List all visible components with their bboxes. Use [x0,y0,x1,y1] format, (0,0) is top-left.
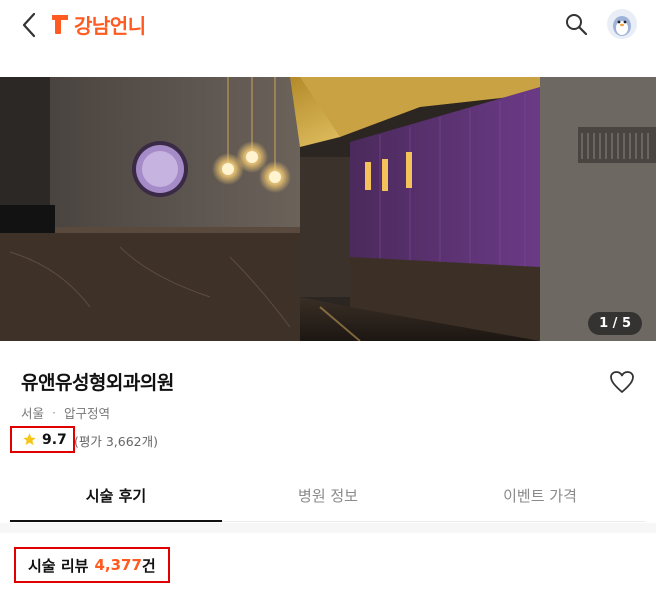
rating-score: 9.7 [42,431,67,448]
chevron-left-icon [22,12,36,38]
app-logo[interactable]: 강남언니 [50,9,146,39]
logo-text: 강남언니 [74,13,146,38]
clinic-photo[interactable]: 1 / 5 [0,77,656,341]
penguin-avatar-icon [607,9,637,39]
clinic-name: 유앤유성형외과의원 [21,372,174,394]
tab-clinic-info[interactable]: 병원 정보 [222,470,434,521]
favorite-button[interactable] [606,367,638,397]
section-divider [0,523,656,533]
clinic-interior-image [0,77,656,341]
user-avatar[interactable] [607,9,637,39]
photo-page-indicator: 1 / 5 [588,312,642,335]
review-unit: 건 [141,556,156,575]
location-city: 서울 [21,406,45,421]
tab-event-price[interactable]: 이벤트 가격 [434,470,646,521]
rating-highlight: 9.7 [10,426,75,453]
search-button[interactable] [561,9,591,39]
clinic-location: 서울 · 압구정역 [21,403,110,422]
tab-bar: 시술 후기 병원 정보 이벤트 가격 [10,470,646,522]
star-icon [23,433,36,446]
heart-icon [610,371,634,393]
review-count-highlight: 시술 리뷰 4,377 건 [14,547,170,583]
search-icon [566,14,588,36]
tab-reviews[interactable]: 시술 후기 [10,470,222,522]
review-count: 4,377 [94,556,142,574]
back-button[interactable] [14,8,44,42]
review-label: 시술 리뷰 [28,556,89,575]
rating-count: (평가 3,662개) [74,434,159,449]
logo-mark-icon [52,15,68,34]
location-separator: · [52,405,56,420]
location-district: 압구정역 [64,406,111,421]
app-header: 강남언니 [0,0,656,50]
